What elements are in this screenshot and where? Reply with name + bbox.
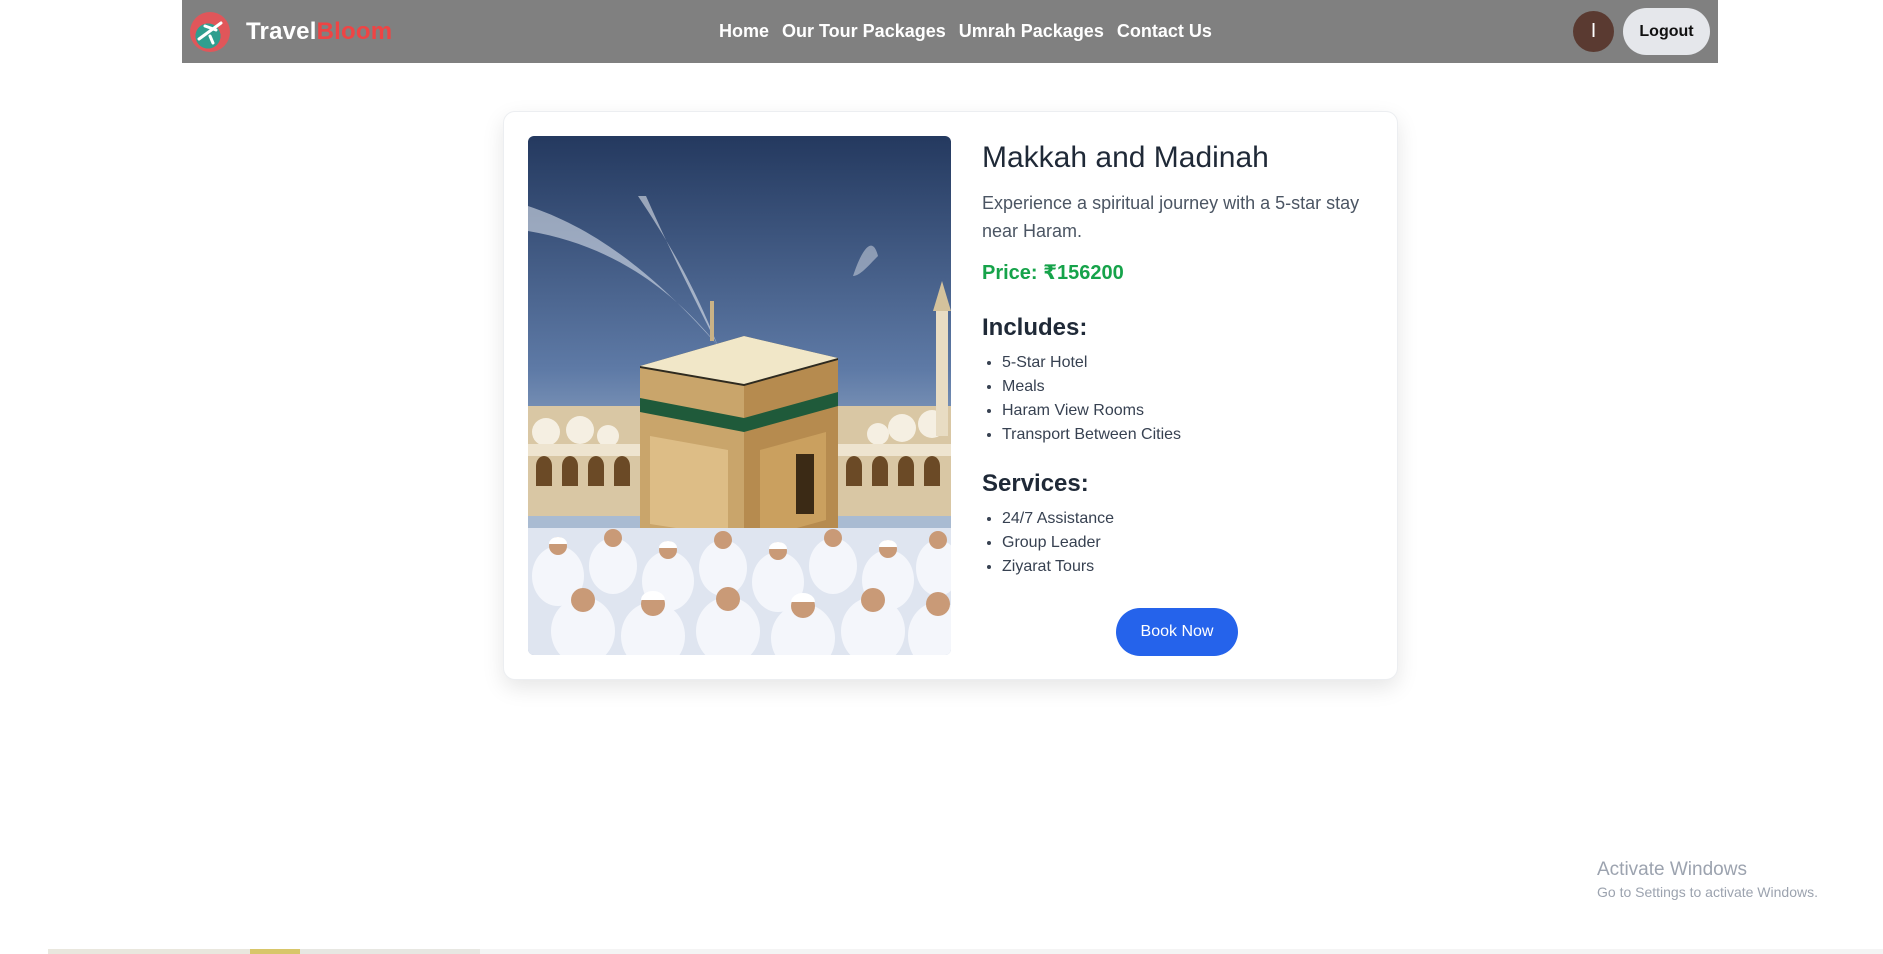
nav-link-umrah-packages[interactable]: Umrah Packages (959, 21, 1104, 42)
list-item: 5-Star Hotel (1002, 351, 1382, 375)
nav-link-tour-packages[interactable]: Our Tour Packages (782, 21, 946, 42)
brand-name: TravelBloom (246, 18, 392, 46)
windows-activation-watermark: Activate Windows Go to Settings to activ… (1597, 858, 1818, 902)
services-list: 24/7 Assistance Group Leader Ziyarat Tou… (982, 507, 1382, 579)
book-now-button[interactable]: Book Now (1116, 608, 1238, 656)
list-item: Transport Between Cities (1002, 423, 1382, 447)
brand-logo-link[interactable]: TravelBloom (190, 11, 392, 52)
includes-heading: Includes: (982, 314, 1088, 341)
navbar: TravelBloom Home Our Tour Packages Umrah… (182, 0, 1718, 63)
package-title: Makkah and Madinah (982, 141, 1269, 174)
package-photo-kaaba (528, 136, 951, 655)
brand-name-second: Bloom (316, 17, 393, 45)
package-details: Makkah and Madinah Experience a spiritua… (982, 136, 1382, 579)
brand-name-first: Travel (246, 17, 317, 45)
nav-link-home[interactable]: Home (719, 21, 769, 42)
logout-button[interactable]: Logout (1623, 8, 1710, 55)
nav-link-contact[interactable]: Contact Us (1117, 21, 1212, 42)
list-item: 24/7 Assistance (1002, 507, 1382, 531)
list-item: Haram View Rooms (1002, 399, 1382, 423)
watermark-title: Activate Windows (1597, 859, 1747, 880)
watermark-subtitle: Go to Settings to activate Windows. (1597, 884, 1818, 900)
package-description: Experience a spiritual journey with a 5-… (982, 193, 1360, 241)
list-item: Ziyarat Tours (1002, 555, 1382, 579)
services-heading: Services: (982, 470, 1089, 497)
main-nav: Home Our Tour Packages Umrah Packages Co… (719, 0, 1212, 63)
includes-list: 5-Star Hotel Meals Haram View Rooms Tran… (982, 351, 1382, 447)
package-price: Price: ₹156200 (982, 262, 1124, 284)
user-avatar[interactable]: I (1573, 11, 1614, 52)
list-item: Meals (1002, 375, 1382, 399)
airplane-globe-logo-icon (190, 11, 230, 52)
package-card: Makkah and Madinah Experience a spiritua… (503, 111, 1398, 680)
list-item: Group Leader (1002, 531, 1382, 555)
taskbar-edge (0, 949, 1883, 954)
